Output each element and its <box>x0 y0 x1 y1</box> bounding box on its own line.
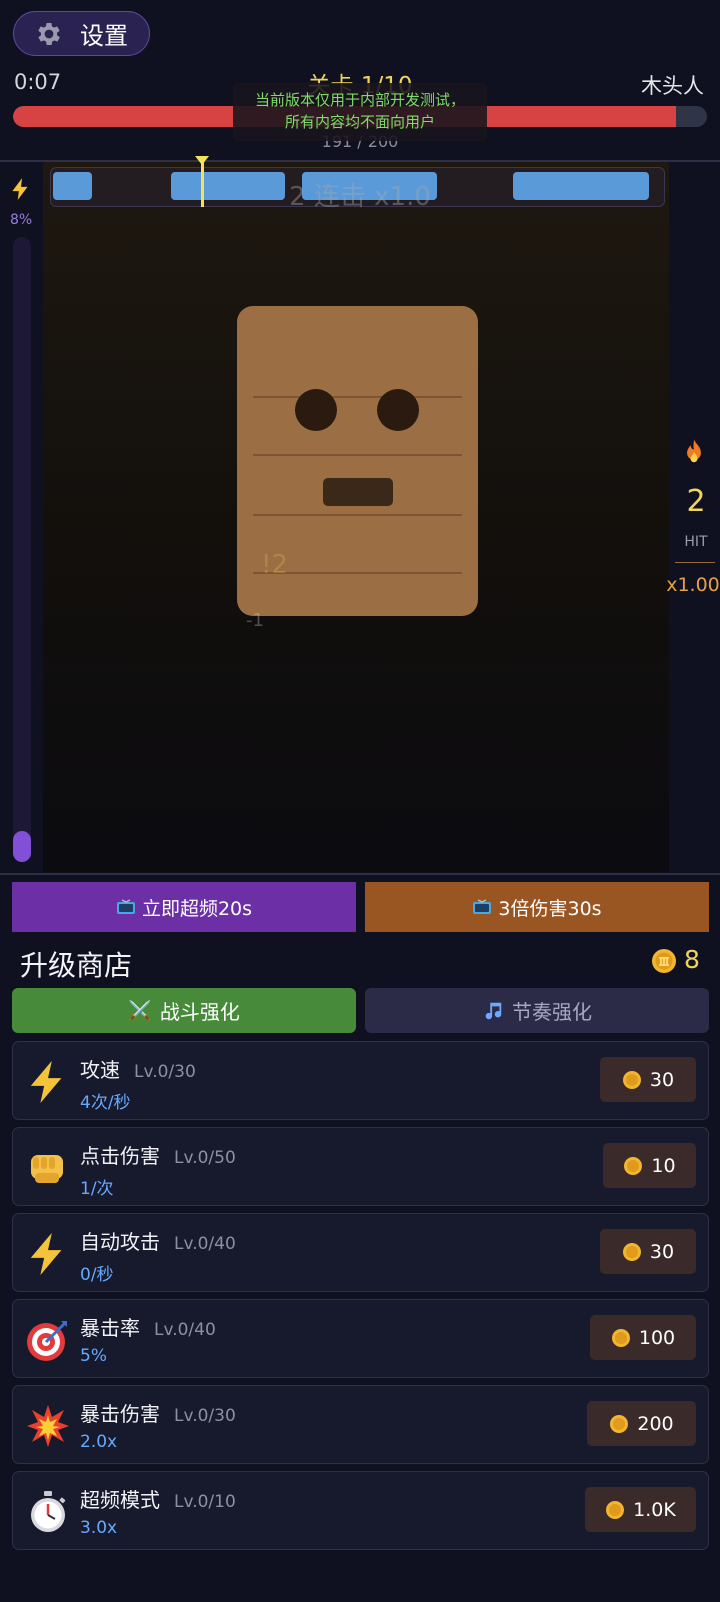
settings-label: 设置 <box>80 22 128 50</box>
tab-label: 节奏强化 <box>512 1000 592 1024</box>
price-label: 30 <box>649 1068 675 1091</box>
energy-meter-fill <box>13 831 31 862</box>
tv-icon <box>473 899 492 914</box>
coin-icon <box>622 1242 641 1261</box>
coin-icon <box>610 1414 629 1433</box>
dummy-eye <box>295 389 337 431</box>
combo-label: 2 连击 x1.0 <box>289 182 431 212</box>
stopwatch-icon <box>31 1491 66 1532</box>
dummy-mouth <box>323 478 393 506</box>
upgrade-name: 超频模式 <box>80 1488 160 1512</box>
upgrade-name: 攻速 <box>80 1058 120 1082</box>
upgrade-value: 3.0x <box>80 1518 118 1538</box>
dev-notice: 当前版本仅用于内部开发测试， 所有内容均不面向用户 <box>233 83 487 141</box>
settings-button[interactable]: 设置 <box>13 11 150 56</box>
upgrade-level: Lv.0/50 <box>174 1148 236 1168</box>
buy-button[interactable]: 30 <box>600 1229 696 1274</box>
hit-label: HIT <box>684 534 708 550</box>
floating-damage-minus: -1 <box>246 610 264 631</box>
lightning-icon <box>12 178 28 200</box>
coin-icon <box>624 1156 643 1175</box>
gear-icon <box>38 22 60 45</box>
upgrade-level: Lv.0/40 <box>174 1234 236 1254</box>
wood-grain <box>253 396 462 398</box>
coin-icon <box>622 1070 641 1089</box>
buy-button[interactable]: 100 <box>590 1315 696 1360</box>
upgrade-value: 2.0x <box>80 1432 118 1452</box>
upgrade-name: 自动攻击 <box>80 1230 160 1254</box>
price-label: 200 <box>637 1412 674 1435</box>
upgrade-value: 0/秒 <box>80 1265 114 1285</box>
coin-icon <box>606 1500 625 1519</box>
upgrade-name: 暴击伤害 <box>80 1402 160 1426</box>
energy-percent: 8% <box>10 212 33 228</box>
coin-icon <box>652 949 676 973</box>
divider <box>0 873 720 875</box>
enemy-name: 木头人 <box>641 74 704 98</box>
damage-boost-label: 3倍伤害30s <box>498 897 602 920</box>
wood-grain <box>253 514 462 516</box>
tv-icon <box>116 899 135 914</box>
lightning-icon <box>30 1232 62 1276</box>
upgrade-card-attack-speed[interactable]: 攻速 Lv.0/30 4次/秒 30 <box>12 1041 709 1120</box>
combo-multiplier: x1.00 <box>666 574 720 596</box>
tab-label: 战斗强化 <box>159 1000 240 1024</box>
tab-rhythm-upgrades[interactable]: 节奏强化 <box>365 988 709 1033</box>
energy-meter <box>13 237 31 862</box>
upgrade-level: Lv.0/40 <box>154 1320 216 1340</box>
upgrade-level: Lv.0/30 <box>174 1406 236 1426</box>
crossed-swords-icon: ⚔️ <box>128 1000 152 1022</box>
dev-notice-line-1: 当前版本仅用于内部开发测试， <box>254 91 465 109</box>
floating-damage: !2 <box>261 550 288 580</box>
tab-combat-upgrades[interactable]: ⚔️ 战斗强化 <box>12 988 356 1033</box>
price-label: 30 <box>649 1240 675 1263</box>
buy-button[interactable]: 30 <box>600 1057 696 1102</box>
overclock-boost-label: 立即超频20s <box>141 897 253 920</box>
buy-button[interactable]: 10 <box>603 1143 696 1188</box>
coin-icon <box>611 1328 630 1347</box>
upgrade-name: 暴击率 <box>80 1316 140 1340</box>
music-note-icon <box>485 1002 502 1019</box>
upgrade-card-crit-damage[interactable]: 暴击伤害 Lv.0/30 2.0x 200 <box>12 1385 709 1464</box>
rhythm-cursor-tip <box>195 156 209 165</box>
dummy-eye <box>377 389 419 431</box>
upgrade-level: Lv.0/10 <box>174 1492 236 1512</box>
upgrade-level: Lv.0/30 <box>134 1062 196 1082</box>
fist-icon <box>31 1155 63 1183</box>
upgrade-card-crit-rate[interactable]: 暴击率 Lv.0/40 5% 100 <box>12 1299 709 1378</box>
hit-divider <box>675 562 715 563</box>
upgrade-value: 5% <box>80 1346 107 1366</box>
shop-title: 升级商店 <box>20 949 133 982</box>
damage-boost-button[interactable]: 3倍伤害30s <box>365 882 709 932</box>
overclock-boost-button[interactable]: 立即超频20s <box>12 882 356 932</box>
lightning-icon <box>30 1060 62 1104</box>
upgrade-card-auto-attack[interactable]: 自动攻击 Lv.0/40 0/秒 30 <box>12 1213 709 1292</box>
buy-button[interactable]: 1.0K <box>585 1487 696 1532</box>
wood-grain <box>253 454 462 456</box>
upgrade-card-click-damage[interactable]: 点击伤害 Lv.0/50 1/次 10 <box>12 1127 709 1206</box>
price-label: 1.0K <box>633 1498 676 1521</box>
target-icon <box>27 1321 67 1361</box>
price-label: 10 <box>651 1154 676 1177</box>
price-label: 100 <box>638 1326 676 1349</box>
buy-button[interactable]: 200 <box>587 1401 696 1446</box>
coin-count: 8 <box>684 945 700 974</box>
explosion-icon <box>27 1405 69 1447</box>
upgrade-value: 4次/秒 <box>80 1093 131 1113</box>
fire-icon <box>687 439 701 463</box>
upgrade-card-overclock[interactable]: 超频模式 Lv.0/10 3.0x 1.0K <box>12 1471 709 1550</box>
dev-notice-line-2: 所有内容均不面向用户 <box>284 113 435 131</box>
upgrade-value: 1/次 <box>80 1179 114 1199</box>
upgrade-name: 点击伤害 <box>80 1144 160 1168</box>
hit-count: 2 <box>686 484 706 519</box>
